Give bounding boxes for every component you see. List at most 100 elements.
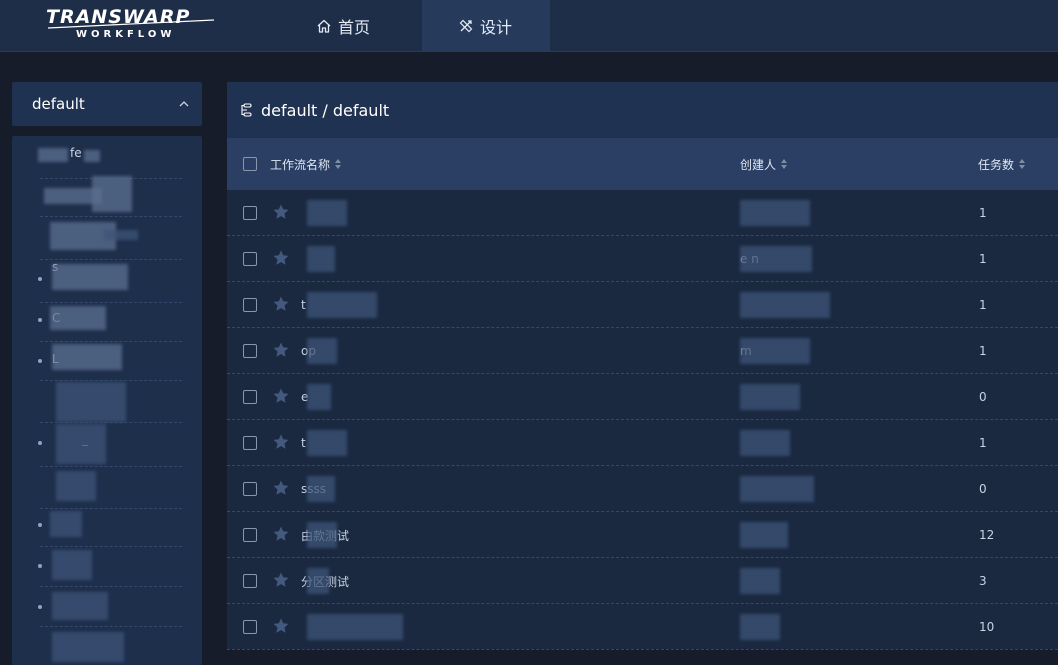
sort-icon[interactable] [781,159,788,169]
row-checkbox[interactable] [243,620,257,634]
redacted-text [307,384,331,410]
favorite-star-icon[interactable] [272,433,290,455]
nav-home-label: 首页 [338,18,371,37]
sort-icon[interactable] [1019,159,1026,169]
redacted-text [307,200,347,226]
redacted-text [50,306,106,330]
redacted-text [56,424,106,464]
logo-line1: TRANSWARP [46,6,191,28]
nav-design[interactable]: 设计 [422,0,550,52]
tree-divider [40,466,182,467]
select-all-checkbox[interactable] [243,157,257,171]
row-checkbox[interactable] [243,436,257,450]
redacted-text [740,614,780,640]
panel-header: default / default [227,82,1058,138]
redacted-text [307,246,335,272]
table-row[interactable]: ssss0 [227,466,1058,512]
redacted-text [307,568,329,594]
favorite-star-icon[interactable] [272,387,290,409]
favorite-star-icon[interactable] [272,525,290,547]
row-checkbox[interactable] [243,482,257,496]
workflow-name[interactable]: t [301,420,306,466]
favorite-star-icon[interactable] [272,341,290,363]
favorite-star-icon[interactable] [272,571,290,593]
table-row[interactable]: 由款测试12 [227,512,1058,558]
redacted-text [307,614,403,640]
tree-divider [40,586,182,587]
project-select[interactable]: default [12,82,202,126]
tree-bullet [38,523,42,527]
workflow-list-panel: default / default 工作流名称 创建人 任务数 1e n1t1o… [227,82,1058,650]
nav-home[interactable]: 首页 [302,0,412,52]
nav-design-label: 设计 [480,18,513,37]
redacted-text [740,522,788,548]
favorite-star-icon[interactable] [272,295,290,317]
table-row[interactable]: 1 [227,190,1058,236]
column-header-creator-label: 创建人 [740,157,777,172]
row-checkbox[interactable] [243,390,257,404]
redacted-text [50,511,82,537]
redacted-text [740,338,810,364]
favorite-star-icon[interactable] [272,479,290,501]
favorite-star-icon[interactable] [272,249,290,271]
tree-divider [40,341,182,342]
task-count: 3 [979,574,987,588]
redacted-text [104,230,138,240]
redacted-text [56,471,96,501]
table-row[interactable]: e n1 [227,236,1058,282]
top-bar: TRANSWARP WORKFLOW 首页 设计 [0,0,1058,52]
tree-divider [40,259,182,260]
column-header-name[interactable]: 工作流名称 [270,138,342,190]
favorite-star-icon[interactable] [272,203,290,225]
tree-divider [40,302,182,303]
redacted-text [307,338,337,364]
tree-bullet [38,564,42,568]
tree-divider [40,422,182,423]
row-checkbox[interactable] [243,344,257,358]
task-count: 12 [979,528,995,542]
redacted-text [740,384,800,410]
transwarp-workflow-logo[interactable]: TRANSWARP WORKFLOW [46,6,221,46]
tree-bullet [38,441,42,445]
redacted-text [740,430,790,456]
redacted-text [307,430,347,456]
row-checkbox[interactable] [243,528,257,542]
row-checkbox[interactable] [243,206,257,220]
redacted-text [52,632,124,662]
task-count: 0 [979,482,987,496]
sort-icon[interactable] [335,159,342,169]
chevron-up-icon [179,101,189,107]
redacted-text [92,176,132,212]
row-checkbox[interactable] [243,574,257,588]
redacted-text [740,568,780,594]
redacted-text [740,200,810,226]
redacted-text [307,292,377,318]
redacted-text [56,382,126,422]
favorite-star-icon[interactable] [272,617,290,639]
row-checkbox[interactable] [243,252,257,266]
redacted-text [84,150,100,162]
table-row[interactable]: 10 [227,604,1058,650]
tree-divider [40,546,182,547]
redacted-text [52,344,122,370]
workflow-name[interactable]: t [301,282,306,328]
tree-item-label[interactable]: fe [70,146,82,160]
table-row[interactable]: 分区测试3 [227,558,1058,604]
table-row[interactable]: t1 [227,420,1058,466]
table-row[interactable]: e0 [227,374,1058,420]
table-row[interactable]: opm1 [227,328,1058,374]
tree-bullet [38,605,42,609]
table-header: 工作流名称 创建人 任务数 [227,138,1058,190]
column-header-name-label: 工作流名称 [270,157,331,172]
table-row[interactable]: t1 [227,282,1058,328]
task-count: 1 [979,206,987,220]
column-header-task-count[interactable]: 任务数 [978,138,1026,190]
redacted-text [52,592,108,620]
row-checkbox[interactable] [243,298,257,312]
breadcrumb: default / default [261,100,390,120]
task-count: 0 [979,390,987,404]
redacted-text [740,292,830,318]
workflow-folder-tree: fe s C L _ [12,136,202,665]
tree-bullet [38,318,42,322]
column-header-creator[interactable]: 创建人 [740,138,788,190]
